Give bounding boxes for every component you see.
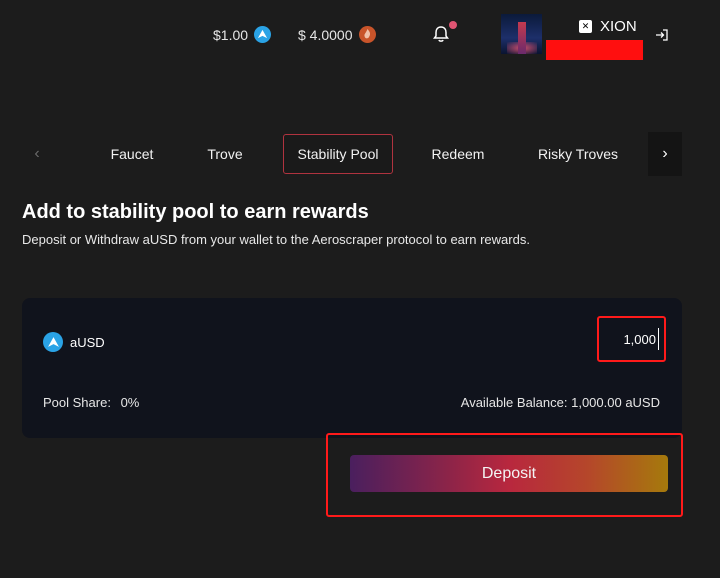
bell-icon[interactable] — [431, 24, 451, 44]
pool-share-value: 0% — [120, 395, 140, 410]
available-balance: Available Balance: 1,000.00 aUSD — [460, 395, 660, 410]
deposit-button[interactable]: Deposit — [350, 455, 668, 492]
tab-stability-pool[interactable]: Stability Pool — [283, 134, 393, 174]
tab-bar: ‹ Faucet Trove Stability Pool Redeem Ris… — [20, 132, 682, 176]
pool-share-label: Pool Share: — [43, 395, 111, 410]
avatar[interactable] — [501, 14, 542, 54]
ausd-coin-icon — [254, 26, 272, 43]
amount-input-highlight — [597, 316, 666, 362]
page-title: Add to stability pool to earn rewards — [22, 201, 369, 223]
token-label: aUSD — [70, 334, 105, 350]
ausd-price-label: $1.00 — [213, 26, 249, 43]
ausd-price: $1.00 — [213, 26, 272, 43]
token-selector: aUSD — [43, 332, 105, 352]
xion-price: $ 4.0000 — [298, 26, 376, 43]
logout-icon[interactable] — [654, 27, 670, 43]
xion-price-label: $ 4.0000 — [298, 26, 353, 43]
top-bar: $1.00 $ 4.0000 ✕ XION — [0, 0, 720, 70]
pool-share: Pool Share: 0% — [43, 395, 139, 410]
tab-redeem[interactable]: Redeem — [425, 134, 491, 174]
redacted-address — [546, 40, 643, 60]
chevron-left-icon[interactable]: ‹ — [20, 132, 54, 176]
amount-input[interactable] — [603, 328, 659, 350]
page-subtitle: Deposit or Withdraw aUSD from your walle… — [22, 232, 530, 247]
chevron-right-icon[interactable]: › — [648, 132, 682, 176]
xion-coin-icon — [358, 26, 376, 43]
wallet-name: XION — [600, 18, 637, 35]
tab-faucet[interactable]: Faucet — [102, 134, 162, 174]
tab-trove[interactable]: Trove — [200, 134, 250, 174]
ausd-coin-icon — [43, 332, 63, 352]
notification-dot — [449, 21, 457, 29]
deposit-card: aUSD Pool Share: 0% Available Balance: 1… — [22, 298, 682, 438]
tab-risky-troves[interactable]: Risky Troves — [532, 134, 624, 174]
wallet-info[interactable]: ✕ XION — [579, 18, 637, 35]
xion-network-icon: ✕ — [579, 20, 592, 33]
